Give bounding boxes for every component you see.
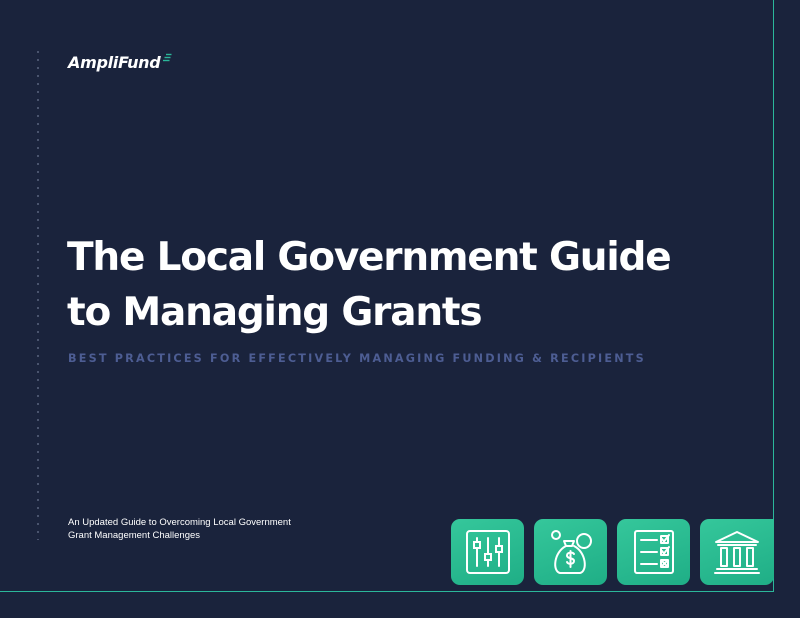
tagline-line-2: Grant Management Challenges [68, 530, 201, 541]
logo-wordmark: AmpliFund [68, 52, 161, 72]
dotted-divider [37, 48, 39, 540]
page-subtitle: BEST PRACTICES FOR EFFECTIVELY MANAGING … [68, 352, 646, 365]
bank-building-icon [714, 531, 760, 574]
tile-checklist [617, 519, 690, 585]
tile-money-bag [534, 519, 607, 585]
frame-bottom-line [0, 591, 774, 592]
page-title: The Local Government Guide to Managing G… [67, 230, 767, 340]
tagline-line-1: An Updated Guide to Overcoming Local Gov… [68, 517, 291, 528]
frame-right-line [773, 0, 774, 592]
amplifund-logo: AmpliFund [68, 50, 172, 74]
title-line-2: to Managing Grants [67, 290, 483, 335]
title-line-1: The Local Government Guide [67, 235, 672, 280]
money-bag-icon [550, 530, 592, 574]
tagline: An Updated Guide to Overcoming Local Gov… [68, 516, 368, 542]
checklist-icon [633, 530, 674, 574]
tile-sliders [451, 519, 524, 585]
sliders-icon [465, 530, 510, 574]
cover-page: AmpliFund The Local Government Guide to … [0, 0, 800, 618]
tile-bank [700, 519, 774, 585]
logo-stripes-icon [163, 53, 172, 62]
